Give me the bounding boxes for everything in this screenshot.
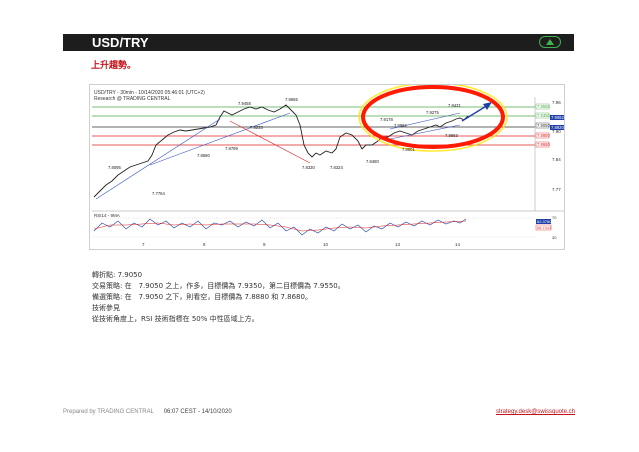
- price-label-13: 7.8480: [366, 159, 379, 164]
- x-tick-3: 9: [263, 242, 266, 247]
- prepared-by: Prepared by TRADING CENTRAL: [63, 409, 154, 415]
- x-tick-4: 10: [323, 242, 329, 247]
- y-tick-5: 7.84: [552, 157, 561, 162]
- chart-info-line2: Research @ TRADING CENTRAL: [94, 96, 171, 102]
- price-label-7: 7.8901: [402, 147, 415, 152]
- level-tag-pivot-text: 7.9050: [537, 123, 550, 128]
- x-tick-1: 7: [142, 242, 145, 247]
- price-label-8: 7.8863: [445, 133, 458, 138]
- rsi-ma-line: [93, 220, 467, 232]
- instrument-title: USD/TRY: [92, 35, 149, 50]
- x-tick-5: 13: [395, 242, 401, 247]
- y-tick-6: 7.77: [552, 187, 561, 192]
- target-arrow-head: [483, 102, 492, 110]
- price-label-14: 7.8095: [108, 165, 121, 170]
- footer-credit: Prepared by TRADING CENTRAL 06:07 CEST -…: [63, 409, 232, 415]
- rsi-line: [93, 218, 467, 236]
- technical-comment: 從技術角度上，RSI 技術指標在 50% 中性區域上方。: [92, 315, 259, 323]
- price-label-4: 7.9275: [426, 110, 439, 115]
- trendline-b: [149, 112, 291, 166]
- page-header: USD/TRY: [63, 34, 574, 51]
- price-label-6: 7.8962: [394, 123, 407, 128]
- rsi-tick-30: 30: [552, 235, 557, 240]
- rsi-value-text: 62.3760: [537, 219, 552, 224]
- collapse-button[interactable]: [539, 36, 561, 48]
- chart-svg: USD/TRY - 30min - 10/14/2020 05:46:01 (U…: [92, 85, 564, 247]
- level-tag-r1-text: 7.9350: [537, 113, 550, 118]
- level-tag-s1-text: 7.8880: [537, 133, 550, 138]
- price-label-12: 7.8324: [330, 165, 343, 170]
- trendline-a: [95, 118, 221, 200]
- alternative-strategy: 備選策略: 在 7.9050 之下，則看空，目標價為 7.8880 和 7.86…: [92, 293, 312, 301]
- y-tick-1: 7.96: [552, 100, 561, 105]
- target-arrow-line: [461, 104, 489, 122]
- rsi-tick-70: 70: [552, 215, 557, 220]
- pivot-point: 轉折點: 7.9050: [92, 271, 143, 279]
- price-label-16: 7.8233: [250, 125, 263, 130]
- price-label-5: 7.9178: [380, 117, 393, 122]
- price-box-2-text: 7.8920: [551, 125, 564, 130]
- price-label-3: 7.9431: [448, 103, 461, 108]
- contact-email-link[interactable]: strategy.desk@swissquote.ch: [496, 409, 575, 415]
- rsi-ma-text: 58.7413: [537, 225, 552, 230]
- price-label-11: 7.8330: [302, 165, 315, 170]
- trading-strategy: 交易策略: 在 7.9050 之上，作多，目標價為 7.9350，第二目標價為 …: [92, 282, 345, 290]
- x-tick-6: 14: [455, 242, 461, 247]
- publish-time: 06:07 CEST - 14/10/2020: [163, 409, 232, 415]
- x-tick-2: 8: [203, 242, 206, 247]
- comment-title: 技術參見: [92, 304, 120, 312]
- price-label-10: 7.8580: [197, 153, 210, 158]
- trend-summary: 上升趨勢。: [91, 61, 137, 71]
- rsi-label: RSI14 - 9MA: [94, 213, 120, 218]
- price-label-1: 7.9655: [285, 97, 298, 102]
- current-price-text: 7.9062: [551, 115, 564, 120]
- level-tag-r2-text: 7.9550: [537, 104, 550, 109]
- price-label-2: 7.9458: [238, 101, 251, 106]
- price-label-9: 7.8799: [225, 146, 238, 151]
- price-chart: USD/TRY - 30min - 10/14/2020 05:46:01 (U…: [89, 84, 565, 250]
- chevron-up-icon: [546, 39, 554, 45]
- price-label-15: 7.7764: [152, 191, 165, 196]
- level-tag-s2-text: 7.8680: [537, 142, 550, 147]
- analysis-text: 轉折點: 7.9050 交易策略: 在 7.9050 之上，作多，目標價為 7.…: [92, 270, 345, 325]
